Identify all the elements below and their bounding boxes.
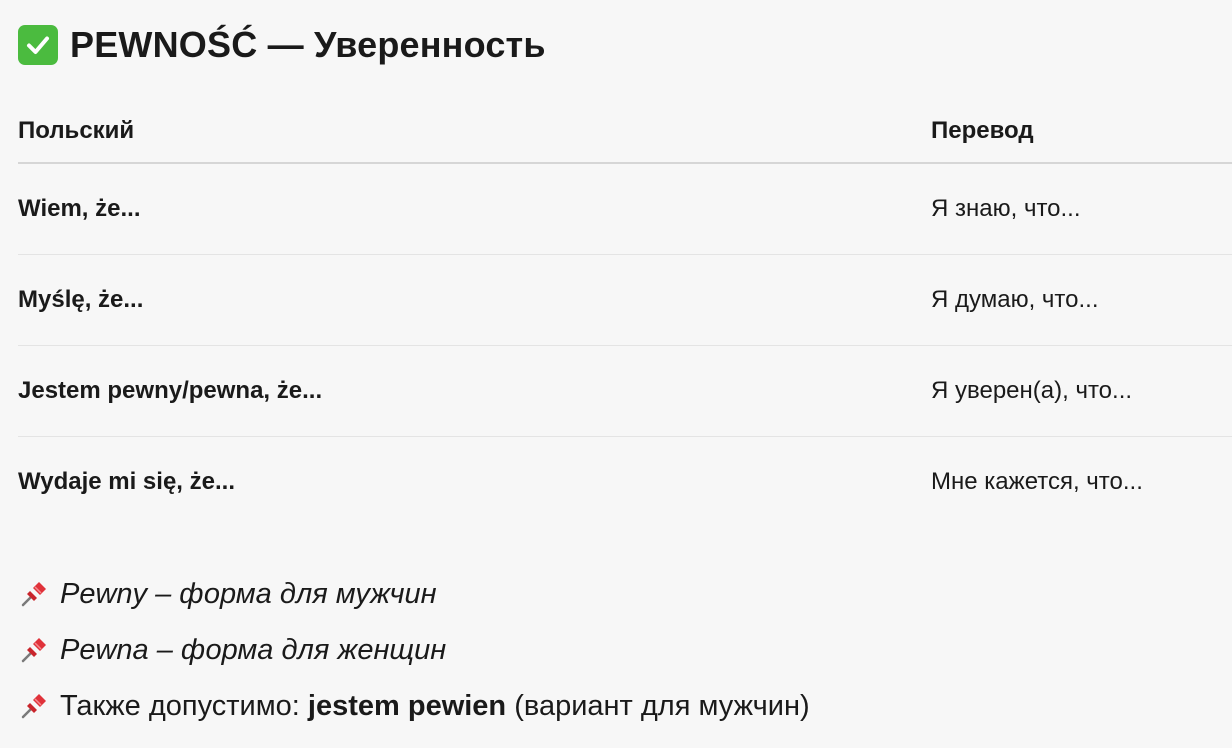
translation: Мне кажется, что... <box>931 468 1143 495</box>
translation: Я думаю, что... <box>931 286 1099 313</box>
table-row: Wydaje mi się, że... Мне кажется, что... <box>18 437 1232 527</box>
phrase-table: Польский Перевод Wiem, że... Я знаю, что… <box>18 100 1232 527</box>
note-text-bold: jestem pewien <box>307 689 507 722</box>
table-row: Jestem pewny/pewna, że... Я уверен(а), ч… <box>18 346 1232 437</box>
note-item: Pewna – форма для женщин <box>18 622 810 678</box>
note-text-prefix: Также допустимо: <box>60 689 308 722</box>
polish-phrase: Jestem pewny/pewna, że... <box>18 377 323 404</box>
note-text: Pewny – форма для мужчин <box>60 577 437 610</box>
notes-list: Pewny – форма для мужчин Pewna – форма д… <box>18 566 810 734</box>
pushpin-icon <box>18 578 50 610</box>
note-item: Pewny – форма для мужчин <box>18 566 810 622</box>
column-header-translation: Перевод <box>931 117 1034 144</box>
table-row: Wiem, że... Я знаю, что... <box>18 164 1232 255</box>
polish-phrase: Wydaje mi się, że... <box>18 468 235 495</box>
note-text-suffix: (вариант для мужчин) <box>506 689 810 722</box>
translation: Я знаю, что... <box>931 195 1081 222</box>
page-title: PEWNOŚĆ — Уверенность <box>18 24 546 66</box>
table-row: Myślę, że... Я думаю, что... <box>18 255 1232 346</box>
check-mark-icon <box>18 25 58 65</box>
polish-phrase: Wiem, że... <box>18 195 141 222</box>
column-header-polish: Польский <box>18 117 135 144</box>
note-text: Pewna – форма для женщин <box>60 633 447 666</box>
polish-phrase: Myślę, że... <box>18 286 144 313</box>
pushpin-icon <box>18 634 50 666</box>
table-header-row: Польский Перевод <box>18 100 1232 164</box>
note-item: Также допустимо: jestem pewien (вариант … <box>18 678 810 734</box>
pushpin-icon <box>18 690 50 722</box>
translation: Я уверен(а), что... <box>931 377 1133 404</box>
page-title-text: PEWNOŚĆ — Уверенность <box>70 24 546 65</box>
